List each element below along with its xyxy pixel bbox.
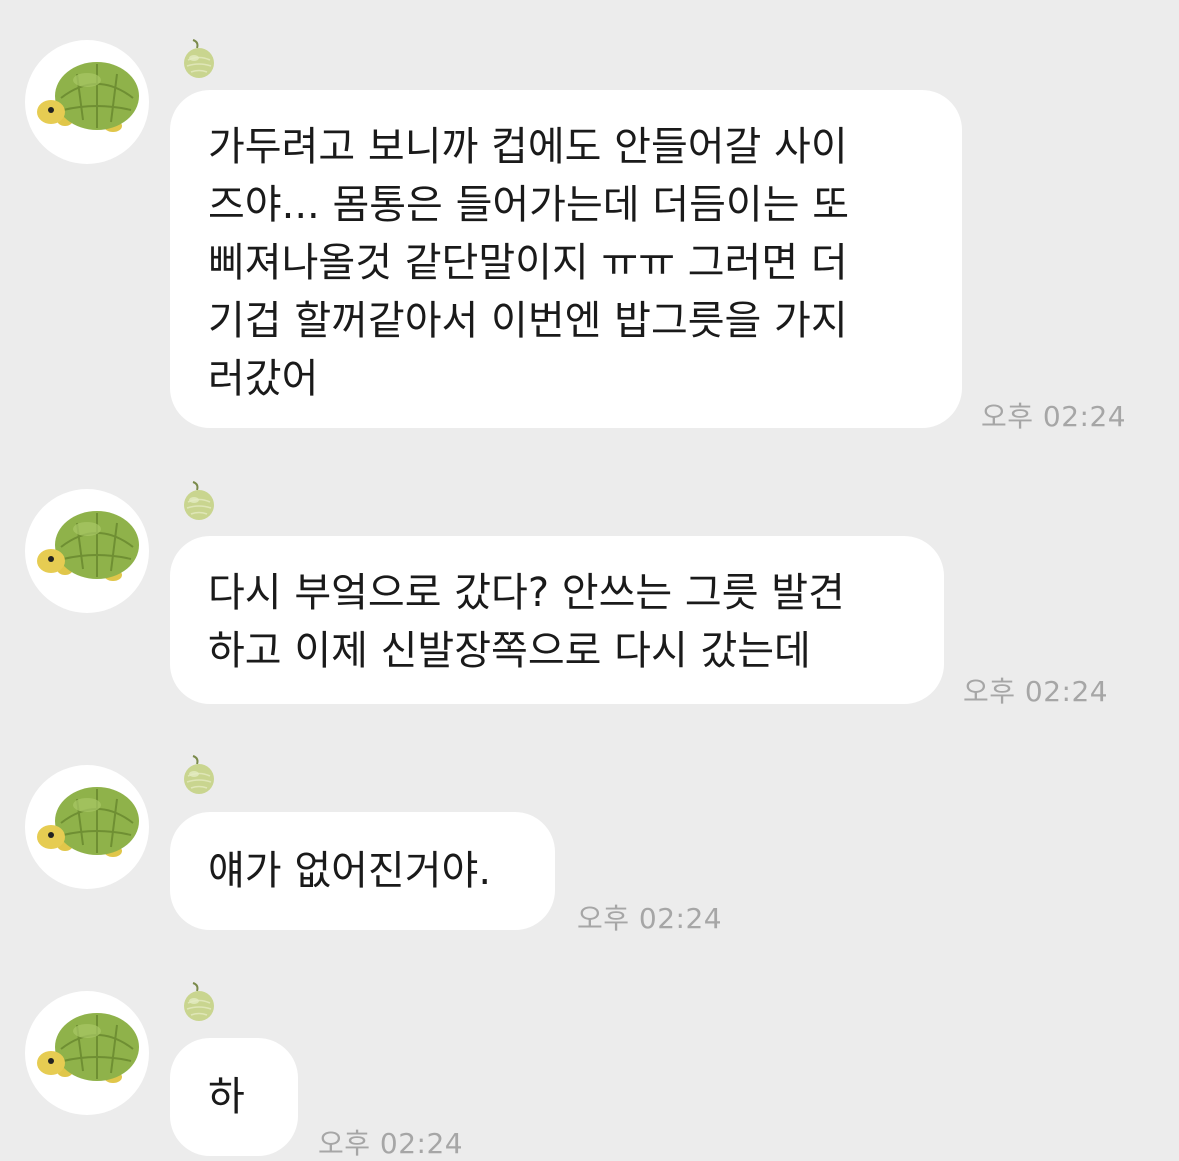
chat-view: 가두려고 보니까 컵에도 안들어갈 사이 즈야... 몸통은 들어가는데 더듬이… <box>0 0 1179 1161</box>
message-timestamp: 오후 02:24 <box>318 1127 464 1160</box>
melon-icon <box>179 38 219 80</box>
message-bubble[interactable]: 다시 부엌으로 갔다? 안쓰는 그릇 발견 하고 이제 신발장쪽으로 다시 갔는… <box>170 536 944 704</box>
turtle-avatar-icon[interactable] <box>25 40 149 164</box>
message-bubble[interactable]: 얘가 없어진거야. <box>170 812 555 930</box>
melon-icon <box>179 754 219 796</box>
melon-icon <box>179 981 219 1023</box>
message-timestamp: 오후 02:24 <box>981 400 1127 433</box>
turtle-avatar-icon[interactable] <box>25 489 149 613</box>
turtle-avatar-icon[interactable] <box>25 765 149 889</box>
turtle-avatar-icon[interactable] <box>25 991 149 1115</box>
message-bubble[interactable]: 가두려고 보니까 컵에도 안들어갈 사이 즈야... 몸통은 들어가는데 더듬이… <box>170 90 962 428</box>
melon-icon <box>179 480 219 522</box>
message-bubble[interactable]: 하 <box>170 1038 298 1156</box>
message-timestamp: 오후 02:24 <box>963 675 1109 708</box>
message-timestamp: 오후 02:24 <box>577 902 723 935</box>
